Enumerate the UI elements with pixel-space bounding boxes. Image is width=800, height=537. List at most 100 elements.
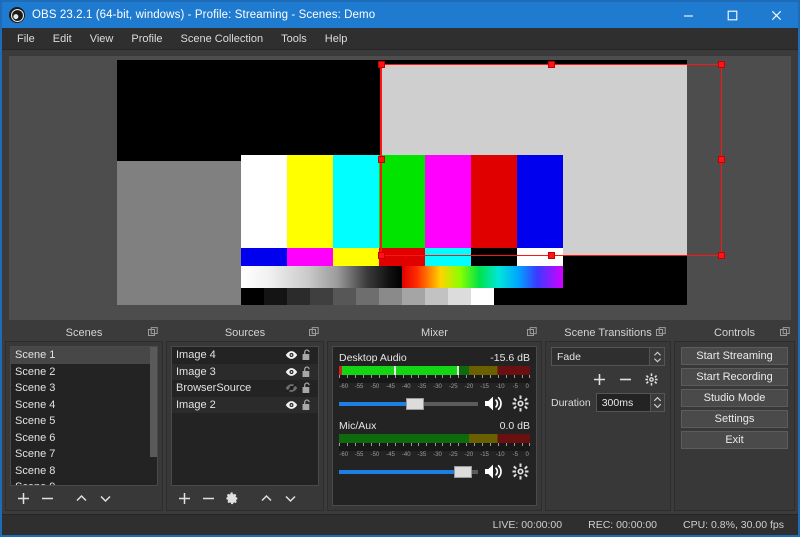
channel-name: Desktop Audio xyxy=(339,352,407,364)
transition-select[interactable]: Fade xyxy=(551,347,665,366)
list-item[interactable]: Image 4 xyxy=(172,347,318,364)
lock-open-icon[interactable] xyxy=(302,349,312,361)
start-streaming-button[interactable]: Start Streaming xyxy=(681,347,788,365)
remove-transition-button[interactable] xyxy=(615,370,635,388)
eye-icon[interactable] xyxy=(285,400,298,410)
settings-button[interactable]: Settings xyxy=(681,410,788,428)
eye-icon[interactable] xyxy=(285,367,298,377)
meter-bar xyxy=(339,366,530,375)
remove-scene-button[interactable] xyxy=(36,488,58,508)
dock-scenes: Scenes Scene 1 Scene 2 Scene 3 Scene 4 S… xyxy=(5,324,163,511)
list-item[interactable]: BrowserSource xyxy=(172,380,318,397)
sources-list[interactable]: Image 4 Image 3 xyxy=(171,346,319,486)
volume-slider[interactable] xyxy=(339,397,478,411)
speaker-icon[interactable] xyxy=(484,463,506,481)
gear-icon[interactable] xyxy=(512,395,530,413)
float-dock-icon[interactable] xyxy=(148,327,158,337)
eye-icon[interactable] xyxy=(285,350,298,360)
sources-toolbar xyxy=(167,486,323,510)
menu-edit[interactable]: Edit xyxy=(44,29,81,49)
duration-stepper[interactable]: 300ms xyxy=(596,393,665,412)
channel-controls xyxy=(339,463,530,481)
lock-open-icon[interactable] xyxy=(302,366,312,378)
menu-scene-collection[interactable]: Scene Collection xyxy=(172,29,273,49)
controls-panel-title: Controls xyxy=(674,324,795,341)
resize-handle-middle-right[interactable] xyxy=(718,156,725,163)
mixer-channel-mic-aux: Mic/Aux 0.0 dB xyxy=(339,420,530,481)
list-item[interactable]: Scene 2 xyxy=(11,364,157,381)
list-item[interactable]: Scene 7 xyxy=(11,446,157,463)
add-source-button[interactable] xyxy=(173,488,195,508)
scenes-panel-body: Scene 1 Scene 2 Scene 3 Scene 4 Scene 5 … xyxy=(5,341,163,511)
speaker-icon[interactable] xyxy=(484,395,506,413)
menu-profile[interactable]: Profile xyxy=(122,29,171,49)
list-item[interactable]: Scene 4 xyxy=(11,397,157,414)
source-label: Image 2 xyxy=(176,397,285,414)
add-scene-button[interactable] xyxy=(12,488,34,508)
list-item[interactable]: Scene 6 xyxy=(11,430,157,447)
menu-bar: File Edit View Profile Scene Collection … xyxy=(2,28,798,50)
move-source-down-button[interactable] xyxy=(279,488,301,508)
chevron-updown-icon[interactable] xyxy=(650,394,664,411)
scenes-list[interactable]: Scene 1 Scene 2 Scene 3 Scene 4 Scene 5 … xyxy=(10,346,158,486)
minimize-icon[interactable] xyxy=(666,2,710,28)
transition-properties-button[interactable] xyxy=(641,370,661,388)
lock-open-icon[interactable] xyxy=(302,382,312,394)
source-properties-button[interactable] xyxy=(221,488,243,508)
move-source-up-button[interactable] xyxy=(255,488,277,508)
volume-slider[interactable] xyxy=(339,465,478,479)
scene-label: Scene 7 xyxy=(15,446,153,463)
studio-mode-button[interactable]: Studio Mode xyxy=(681,389,788,407)
transitions-toolbar xyxy=(551,370,665,388)
list-item[interactable]: Scene 8 xyxy=(11,463,157,480)
eye-slash-icon[interactable] xyxy=(285,383,298,393)
live-timer: LIVE: 00:00:00 xyxy=(493,519,562,531)
menu-view[interactable]: View xyxy=(81,29,123,49)
slider-knob[interactable] xyxy=(406,398,424,410)
resize-handle-bottom-right[interactable] xyxy=(718,252,725,259)
list-item[interactable]: Scene 3 xyxy=(11,380,157,397)
add-transition-button[interactable] xyxy=(589,370,609,388)
list-item[interactable]: Scene 5 xyxy=(11,413,157,430)
meter-label: -35 xyxy=(418,451,427,460)
preview-container xyxy=(2,50,798,324)
meter-level xyxy=(339,366,457,375)
menu-tools[interactable]: Tools xyxy=(272,29,316,49)
meter-label: -5 xyxy=(513,383,518,392)
lock-open-icon[interactable] xyxy=(302,399,312,411)
list-item[interactable]: Scene 9 xyxy=(11,479,157,486)
close-icon[interactable] xyxy=(754,2,798,28)
scrollbar-thumb[interactable] xyxy=(150,347,157,457)
meter-label: 0 xyxy=(525,451,528,460)
program-preview[interactable] xyxy=(9,56,791,320)
maximize-icon[interactable] xyxy=(710,2,754,28)
meter-label: -35 xyxy=(418,383,427,392)
float-dock-icon[interactable] xyxy=(527,327,537,337)
float-dock-icon[interactable] xyxy=(780,327,790,337)
exit-button[interactable]: Exit xyxy=(681,431,788,449)
gear-icon[interactable] xyxy=(512,463,530,481)
resize-handle-top-right[interactable] xyxy=(718,61,725,68)
menu-help[interactable]: Help xyxy=(316,29,357,49)
scene-label: Scene 2 xyxy=(15,364,153,381)
meter-label: -30 xyxy=(433,383,442,392)
float-dock-icon[interactable] xyxy=(656,327,666,337)
meter-scale-labels: -60 -55 -50 -45 -40 -35 -30 -25 -20 -15 xyxy=(339,451,530,460)
meter-peak-marker xyxy=(394,366,396,375)
list-item[interactable]: Image 2 xyxy=(172,397,318,414)
list-item[interactable]: Scene 1 xyxy=(11,347,157,364)
move-scene-up-button[interactable] xyxy=(70,488,92,508)
move-scene-down-button[interactable] xyxy=(94,488,116,508)
slider-knob[interactable] xyxy=(454,466,472,478)
float-dock-icon[interactable] xyxy=(309,327,319,337)
chevron-updown-icon[interactable] xyxy=(649,348,664,365)
meter-label: -20 xyxy=(465,451,474,460)
list-item[interactable]: Image 3 xyxy=(172,364,318,381)
menu-file[interactable]: File xyxy=(8,29,44,49)
meter-label: -60 xyxy=(339,451,348,460)
slider-fill xyxy=(339,402,415,406)
remove-source-button[interactable] xyxy=(197,488,219,508)
scenes-scrollbar[interactable] xyxy=(150,347,157,485)
meter-label: -45 xyxy=(386,383,395,392)
start-recording-button[interactable]: Start Recording xyxy=(681,368,788,386)
